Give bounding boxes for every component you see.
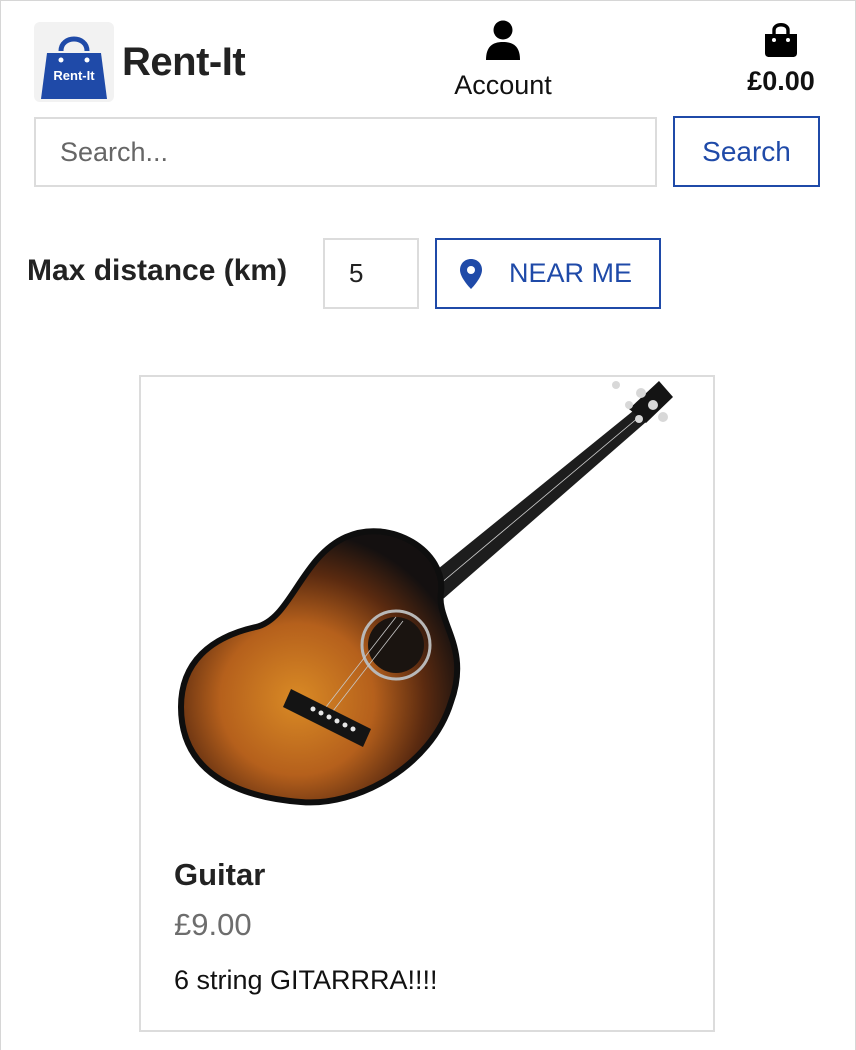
product-card[interactable]: Guitar £9.00 6 string GITARRRA!!!!: [139, 375, 715, 1032]
cart-total: £0.00: [747, 66, 815, 96]
near-me-label: NEAR ME: [509, 258, 633, 288]
account-label: Account: [454, 70, 552, 100]
account-link[interactable]: Account: [440, 20, 566, 101]
logo-text: Rent-It: [53, 68, 95, 83]
max-distance-input[interactable]: [323, 238, 419, 309]
search-input[interactable]: [34, 117, 657, 187]
guitar-image: [177, 381, 673, 806]
near-me-button[interactable]: NEAR ME: [435, 238, 661, 309]
brand-name[interactable]: Rent-It: [122, 40, 246, 85]
map-pin-icon: [460, 258, 482, 289]
product-description: 6 string GITARRRA!!!!: [174, 965, 438, 995]
user-icon: [486, 20, 520, 60]
product-image[interactable]: [141, 377, 713, 808]
shopping-bag-logo-icon: [41, 36, 107, 99]
max-distance-label: Max distance (km): [27, 254, 288, 287]
shopping-bag-icon: [765, 23, 797, 57]
product-name[interactable]: Guitar: [174, 857, 265, 893]
product-price: £9.00: [174, 907, 252, 942]
brand-logo[interactable]: Rent-It: [34, 22, 114, 102]
search-button[interactable]: Search: [673, 116, 820, 187]
cart-link[interactable]: £0.00: [732, 22, 830, 97]
